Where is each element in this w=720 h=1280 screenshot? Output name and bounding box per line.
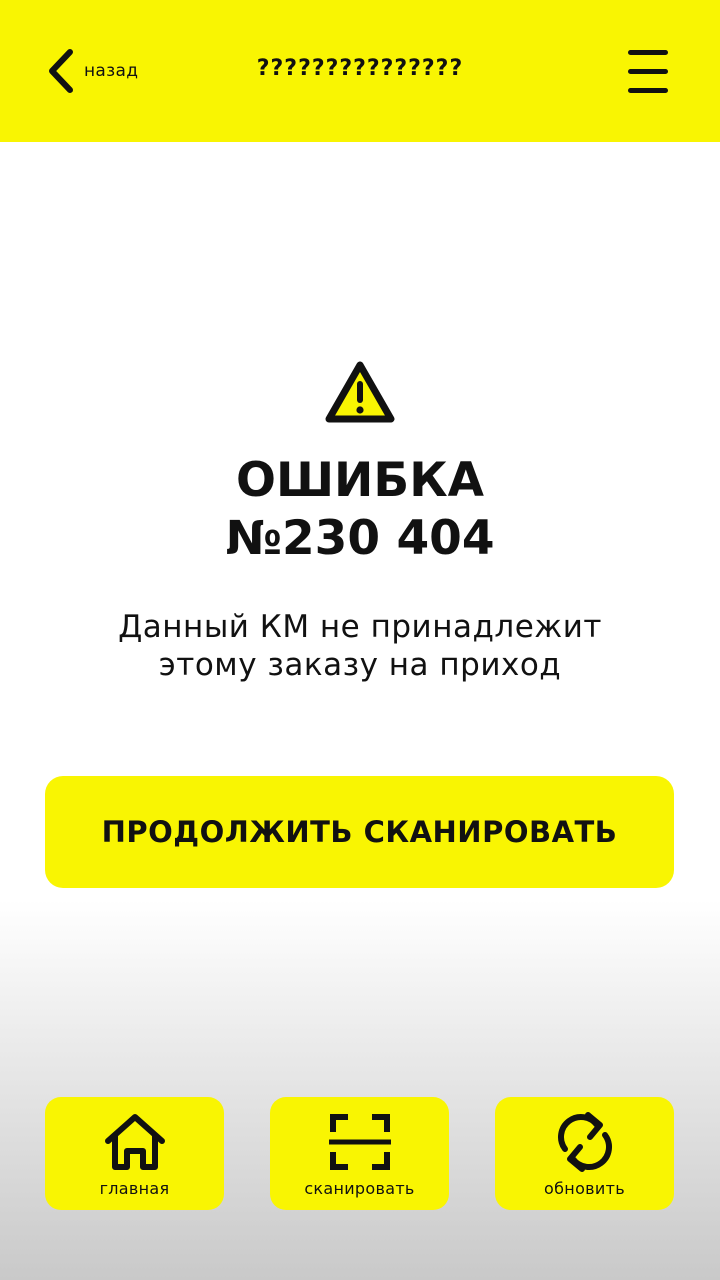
hamburger-menu-icon: [628, 69, 668, 74]
refresh-icon: [558, 1112, 612, 1172]
tab-home-label: главная: [99, 1179, 170, 1198]
hamburger-menu-icon: [628, 88, 668, 93]
scan-icon: [329, 1114, 391, 1170]
warning-triangle-icon: [325, 361, 395, 423]
tab-scan-label: сканировать: [304, 1179, 415, 1198]
tab-refresh-label: обновить: [544, 1179, 625, 1198]
back-button[interactable]: назад: [44, 44, 138, 98]
hamburger-menu-icon: [628, 50, 668, 55]
menu-button[interactable]: [620, 44, 676, 98]
error-message-line1: Данный КМ не принадлежит: [118, 609, 602, 645]
tab-home[interactable]: главная: [45, 1097, 224, 1210]
error-message: Данный КМ не принадлежит этому заказу на…: [60, 608, 660, 684]
error-message-line2: этому заказу на приход: [158, 647, 562, 683]
error-code: №230 404: [225, 511, 495, 566]
error-title: ОШИБКА №230 404: [0, 452, 720, 568]
continue-scanning-button[interactable]: ПРОДОЛЖИТЬ СКАНИРОВАТЬ: [45, 776, 674, 888]
back-label: назад: [84, 61, 139, 81]
tab-scan[interactable]: сканировать: [270, 1097, 449, 1210]
error-title-line1: ОШИБКА: [236, 453, 484, 508]
chevron-left-icon: [49, 49, 73, 93]
page-title: ???????????????: [256, 56, 464, 81]
tab-refresh[interactable]: обновить: [495, 1097, 674, 1210]
top-bar: назад ???????????????: [0, 0, 720, 142]
home-icon: [105, 1114, 165, 1170]
